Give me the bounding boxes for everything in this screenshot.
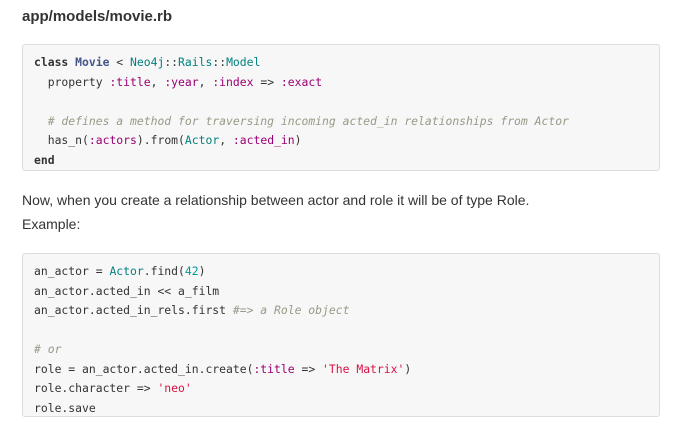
- code-token: Movie: [75, 55, 110, 69]
- code-line: an_actor.acted_in << a_film: [34, 282, 648, 302]
- code-token: has_n(: [34, 133, 89, 147]
- code-token: ): [294, 133, 302, 147]
- code-token: ::: [164, 55, 179, 69]
- code-token: ::: [212, 55, 227, 69]
- code-line: an_actor = Actor.find(42): [34, 262, 648, 282]
- code-token: Actor: [109, 264, 144, 278]
- code-token: role.character =>: [34, 381, 158, 395]
- code-token: ,: [150, 74, 165, 89]
- paragraph-relationship-type: Now, when you create a relationship betw…: [22, 192, 530, 208]
- code-token: ): [404, 361, 412, 376]
- code-token: :exact: [280, 74, 323, 89]
- code-token: # defines a method for traversing incomi…: [47, 113, 569, 128]
- code-token: :title: [253, 361, 295, 376]
- code-token: Model: [226, 55, 261, 69]
- code-line: an_actor.acted_in_rels.first #=> a Role …: [34, 301, 648, 321]
- code-token: #=> a Role object: [232, 303, 350, 317]
- code-token: =>: [294, 361, 323, 376]
- code-token: role = an_actor.acted_in.create(: [34, 361, 254, 376]
- code-token: :acted_in: [232, 133, 295, 147]
- paragraph-example-label: Example:: [22, 216, 81, 232]
- code-block-movie-model: class Movie < Neo4j::Rails::Model proper…: [22, 44, 660, 171]
- code-token: 'neo': [157, 381, 192, 395]
- code-token: an_actor.acted_in << a_film: [34, 283, 220, 298]
- code-token: :actors: [88, 133, 137, 147]
- code-token: class: [34, 55, 69, 69]
- code-token: =>: [253, 74, 281, 89]
- code-token: 'The Matrix': [322, 361, 405, 376]
- code-token: ,: [219, 133, 233, 147]
- code-line: end: [34, 151, 648, 171]
- code-token: Rails: [178, 55, 213, 69]
- code-token: ).from(: [136, 133, 185, 147]
- code-token: Actor: [184, 133, 220, 147]
- code-token: # or: [34, 342, 62, 356]
- code-token: Neo4j: [130, 55, 165, 69]
- code-token: :title: [109, 74, 151, 89]
- code-line: has_n(:actors).from(Actor, :acted_in): [34, 131, 648, 151]
- code-line: role.character => 'neo': [34, 379, 648, 399]
- code-token: 42: [184, 264, 199, 278]
- code-token: :index: [212, 74, 254, 89]
- code-token: property: [34, 74, 110, 89]
- code-token: an_actor =: [34, 264, 110, 278]
- code-token: ): [198, 264, 206, 278]
- code-line: role.save: [34, 399, 648, 419]
- code-line: # defines a method for traversing incomi…: [34, 112, 648, 132]
- code-line: class Movie < Neo4j::Rails::Model: [34, 53, 648, 73]
- code-block-example: an_actor = Actor.find(42) an_actor.acted_…: [22, 253, 660, 417]
- code-token: :year: [164, 74, 199, 89]
- code-line: property :title, :year, :index => :exact: [34, 73, 648, 93]
- code-token: ,: [198, 74, 213, 89]
- file-title: app/models/movie.rb: [22, 8, 173, 25]
- code-line: # or: [34, 340, 648, 360]
- code-token: <: [109, 55, 131, 69]
- code-token: .find(: [143, 264, 185, 278]
- code-line: role = an_actor.acted_in.create(:title =…: [34, 360, 648, 380]
- code-token: end: [34, 152, 55, 167]
- code-token: an_actor.acted_in_rels.first: [34, 303, 233, 317]
- code-token: role.save: [34, 400, 96, 415]
